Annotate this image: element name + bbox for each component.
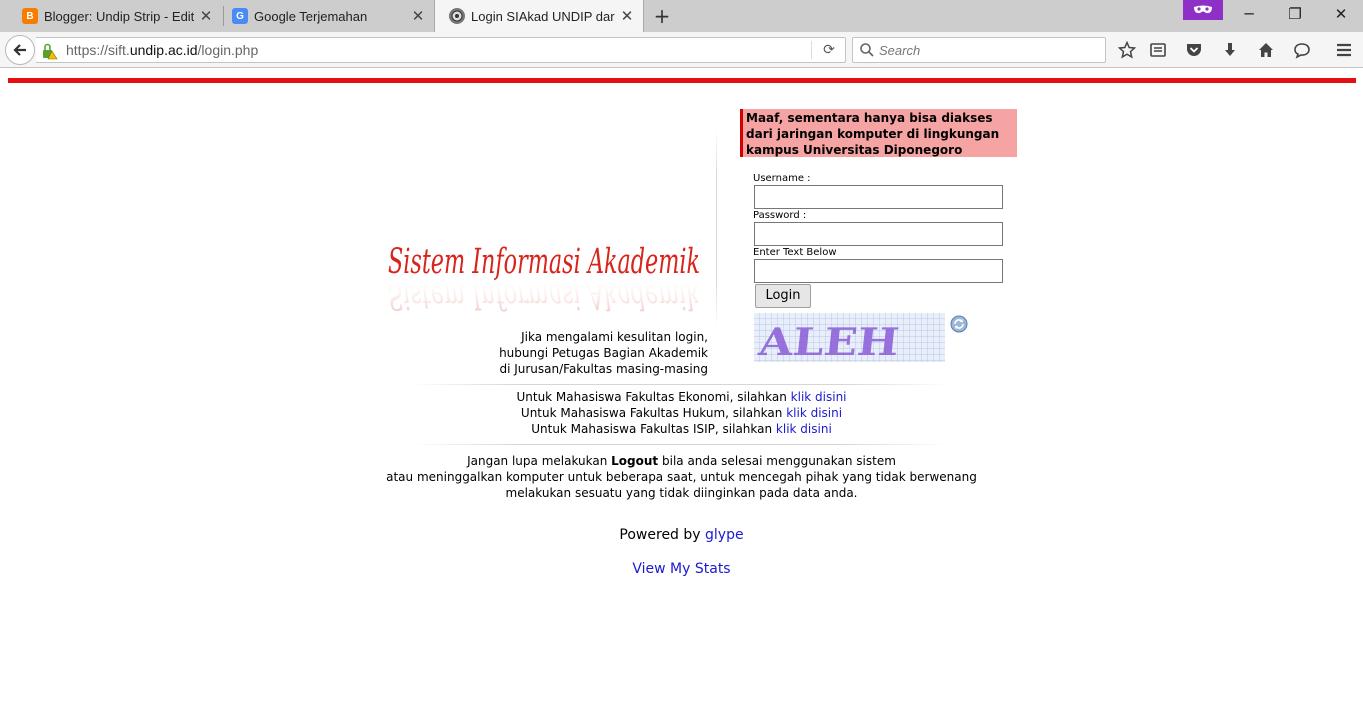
new-tab-button[interactable]: + — [650, 4, 674, 28]
back-button[interactable] — [5, 35, 35, 65]
url-path: /login.php — [197, 42, 259, 58]
klik-disini-link-isip[interactable]: klik disini — [776, 422, 832, 436]
lock-warning-icon[interactable] — [40, 42, 58, 60]
tab-google-translate[interactable]: G Google Terjemahan ✕ — [218, 0, 434, 32]
logout-text: Jangan lupa melakukan — [467, 454, 612, 468]
back-arrow-icon — [13, 44, 26, 56]
tab-strip: B Blogger: Undip Strip - Edit... ✕ G Goo… — [0, 0, 1363, 32]
help-line: hubungi Petugas Bagian Akademik — [499, 346, 708, 360]
password-field[interactable] — [754, 222, 1003, 246]
tab-siakad-login[interactable]: Login SIAkad UNDIP dari i... ✕ — [434, 0, 644, 32]
divider — [410, 384, 950, 385]
vertical-divider — [716, 128, 717, 328]
url-separator — [811, 41, 812, 59]
access-warning: Maaf, sementara hanya bisa diakses dari … — [740, 109, 1017, 157]
restore-button[interactable]: ❐ — [1272, 0, 1318, 30]
search-placeholder: Search — [879, 43, 921, 58]
password-label: Password : — [753, 210, 807, 221]
close-icon[interactable]: ✕ — [615, 7, 639, 25]
header-red-line — [8, 78, 1356, 83]
pocket-icon[interactable] — [1183, 39, 1205, 61]
logout-line-1: Jangan lupa melakukan Logout bila anda s… — [380, 453, 983, 469]
help-line: di Jurusan/Fakultas masing-masing — [499, 362, 708, 376]
navigation-toolbar: https://sift.undip.ac.id/login.php ⟳ Sea… — [0, 32, 1363, 68]
captcha-label: Enter Text Below — [753, 247, 837, 258]
url-domain: undip.ac.id — [129, 42, 198, 58]
download-icon[interactable] — [1219, 39, 1241, 61]
search-bar[interactable]: Search — [852, 37, 1106, 63]
chat-icon[interactable] — [1291, 39, 1313, 61]
username-field[interactable] — [754, 185, 1003, 209]
faculty-text: Untuk Mahasiswa Fakultas Ekonomi, silahk… — [516, 390, 791, 404]
logout-text: bila anda selesai menggunakan sistem — [658, 454, 896, 468]
close-icon[interactable]: ✕ — [194, 7, 218, 25]
blogger-icon: B — [22, 8, 38, 24]
reading-list-icon[interactable] — [1147, 39, 1169, 61]
klik-disini-link-hukum[interactable]: klik disini — [786, 406, 842, 420]
address-bar[interactable]: https://sift.undip.ac.id/login.php ⟳ — [36, 37, 846, 63]
powered-text: Powered by — [619, 527, 706, 543]
faculty-text: Untuk Mahasiswa Fakultas ISIP, silahkan — [531, 422, 776, 436]
captcha-text: ALEH — [755, 319, 901, 362]
home-icon[interactable] — [1255, 39, 1277, 61]
divider — [410, 444, 950, 445]
tab-blogger[interactable]: B Blogger: Undip Strip - Edit... ✕ — [8, 0, 222, 32]
help-text: Jika mengalami kesulitan login, hubungi … — [470, 329, 708, 377]
faculty-link-ekonomi: Untuk Mahasiswa Fakultas Ekonomi, silahk… — [380, 389, 983, 405]
klik-disini-link-ekonomi[interactable]: klik disini — [791, 390, 847, 404]
logout-bold: Logout — [611, 454, 659, 468]
menu-hamburger-icon[interactable] — [1333, 39, 1355, 61]
glype-link[interactable]: glype — [705, 527, 744, 543]
logout-line-3: melakukan sesuatu yang tidak diinginkan … — [505, 486, 858, 500]
google-translate-icon: G — [232, 8, 248, 24]
login-button[interactable]: Login — [755, 284, 811, 308]
private-browsing-icon — [1183, 0, 1223, 20]
help-line: Jika mengalami kesulitan login, — [521, 330, 708, 344]
logo-reflection: Sistem Informasi Akademik — [388, 276, 700, 313]
tab-title: Blogger: Undip Strip - Edit... — [44, 8, 194, 24]
captcha-image: ALEH — [754, 313, 945, 364]
logo-text: Sistem Informasi Akademik — [388, 242, 700, 282]
stats: View My Stats — [380, 561, 983, 577]
faculty-links: Untuk Mahasiswa Fakultas Ekonomi, silahk… — [380, 389, 983, 437]
tab-title: Google Terjemahan — [254, 8, 368, 24]
view-my-stats-link[interactable]: View My Stats — [632, 561, 730, 577]
close-window-button[interactable]: ✕ — [1318, 0, 1363, 30]
undip-icon — [449, 8, 465, 24]
url-prefix: https://sift. — [66, 42, 130, 58]
faculty-text: Untuk Mahasiswa Fakultas Hukum, silahkan — [520, 406, 787, 420]
siakad-logo: Sistem Informasi Akademik Sistem Informa… — [383, 218, 713, 316]
username-label: Username : — [753, 173, 811, 184]
logout-line-2: atau meninggalkan komputer untuk beberap… — [386, 470, 977, 484]
powered-by: Powered by glype — [380, 527, 983, 543]
captcha-field[interactable] — [754, 259, 1003, 283]
url-text[interactable]: https://sift.undip.ac.id/login.php — [66, 42, 258, 58]
close-icon[interactable]: ✕ — [406, 7, 430, 25]
reload-icon[interactable]: ⟳ — [819, 40, 839, 60]
bookmark-star-icon[interactable] — [1116, 39, 1138, 61]
logout-notice: Jangan lupa melakukan Logout bila anda s… — [380, 453, 983, 501]
search-icon — [860, 43, 874, 57]
faculty-link-isip: Untuk Mahasiswa Fakultas ISIP, silahkan … — [380, 421, 983, 437]
faculty-link-hukum: Untuk Mahasiswa Fakultas Hukum, silahkan… — [380, 405, 983, 421]
tab-title: Login SIAkad UNDIP dari i... — [471, 8, 615, 24]
refresh-captcha-icon[interactable] — [950, 315, 968, 333]
minimize-button[interactable]: ─ — [1226, 0, 1272, 30]
